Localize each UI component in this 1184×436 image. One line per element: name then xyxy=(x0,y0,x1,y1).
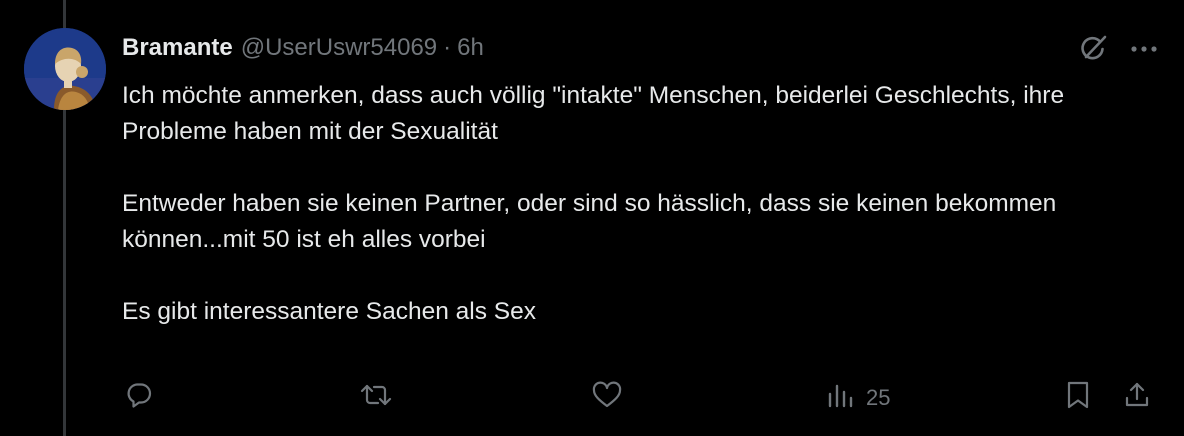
tweet-paragraph: Entweder haben sie keinen Partner, oder … xyxy=(122,190,1057,253)
top-actions xyxy=(1076,32,1158,66)
author-handle[interactable]: @UserUswr54069 xyxy=(241,34,437,62)
share-button[interactable] xyxy=(1122,378,1152,418)
tweet-paragraph: Es gibt interessantere Sachen als Sex xyxy=(122,298,537,325)
retweet-icon xyxy=(359,380,393,416)
tweet-paragraph: Ich möchte anmerken, dass auch völlig "i… xyxy=(122,82,1065,145)
reply-icon xyxy=(124,380,154,416)
grok-icon[interactable] xyxy=(1076,32,1110,66)
views-icon xyxy=(826,380,856,416)
timestamp[interactable]: 6h xyxy=(457,34,484,62)
more-icon[interactable] xyxy=(1130,44,1158,54)
avatar[interactable] xyxy=(24,28,106,110)
header-separator: · xyxy=(443,34,452,61)
like-icon xyxy=(591,380,623,416)
action-bar: 25 xyxy=(0,378,1184,418)
views-count: 25 xyxy=(866,385,891,410)
tweet-text: Ich möchte anmerken, dass auch völlig "i… xyxy=(122,78,1162,330)
reply-button[interactable] xyxy=(124,378,154,418)
tweet-header: Bramante @UserUswr54069 · 6h xyxy=(122,30,484,66)
like-button[interactable] xyxy=(591,378,623,418)
retweet-button[interactable] xyxy=(359,378,393,418)
bookmark-icon xyxy=(1064,380,1092,416)
bookmark-button[interactable] xyxy=(1064,378,1092,418)
views-button[interactable]: 25 xyxy=(826,378,890,418)
share-icon xyxy=(1122,380,1152,416)
author-name[interactable]: Bramante xyxy=(122,34,233,62)
